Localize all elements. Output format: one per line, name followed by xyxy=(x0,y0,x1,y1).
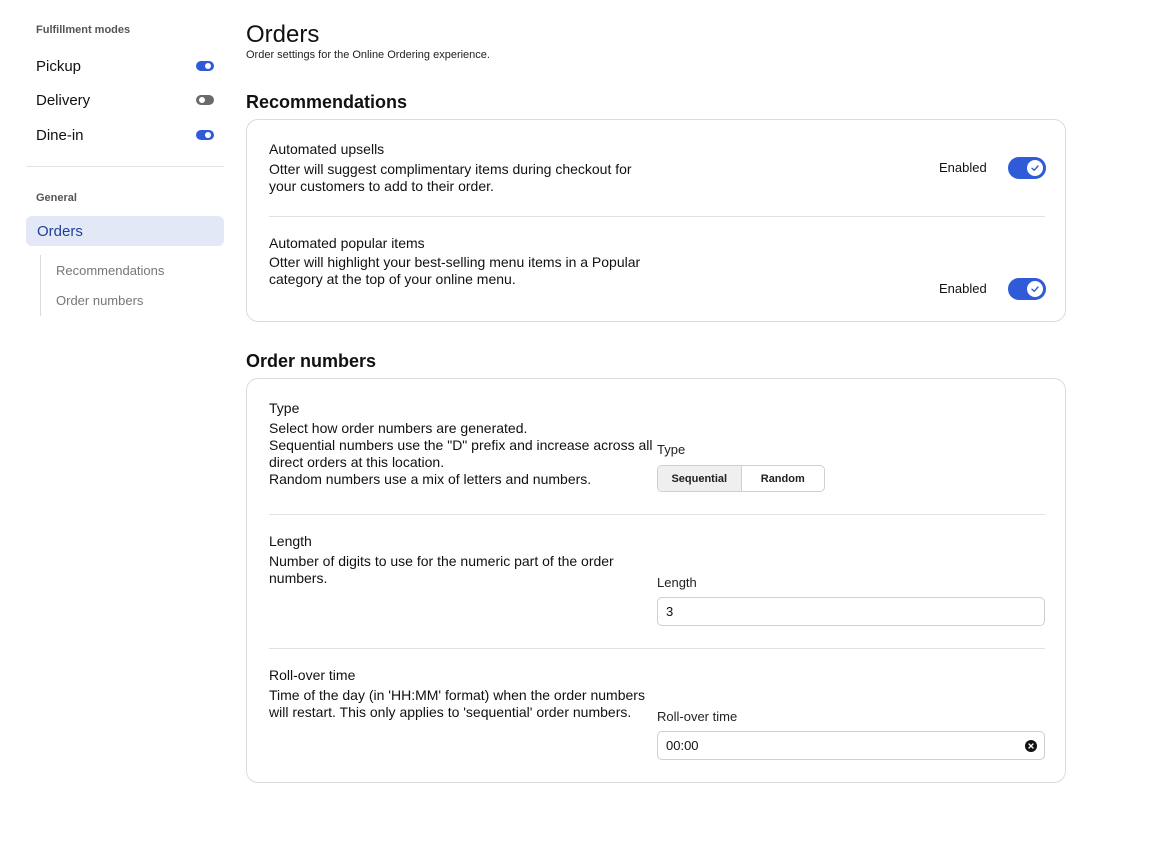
type-description: Select how order numbers are generated. … xyxy=(269,420,659,488)
sidebar: Fulfillment modes Pickup Delivery Dine-i… xyxy=(26,0,224,858)
fulfillment-modes-heading: Fulfillment modes xyxy=(36,24,131,36)
sidebar-divider xyxy=(26,166,224,167)
mode-label-delivery: Delivery xyxy=(36,91,91,109)
popular-items-toggle[interactable] xyxy=(1008,278,1046,300)
order-numbers-section-title: Order numbers xyxy=(246,351,377,371)
dine-in-toggle[interactable] xyxy=(196,130,214,140)
type-option-random[interactable]: Random xyxy=(741,466,824,491)
page-title: Orders xyxy=(246,21,320,48)
type-title: Type xyxy=(269,400,300,416)
rollover-title: Roll-over time xyxy=(269,667,356,683)
sidebar-item-orders[interactable]: Orders xyxy=(26,216,224,246)
rollover-time-input[interactable] xyxy=(657,731,1045,760)
mode-label-pickup: Pickup xyxy=(36,57,82,75)
length-field-label: Length xyxy=(657,575,697,590)
popular-items-title: Automated popular items xyxy=(269,235,425,251)
upsells-description: Otter will suggest complimentary items d… xyxy=(269,161,632,194)
toggle-knob xyxy=(205,63,211,69)
mode-label-dine-in: Dine-in xyxy=(36,126,84,144)
orders-subnav: Recommendations Order numbers xyxy=(40,255,220,316)
type-field-label: Type xyxy=(657,442,686,457)
type-description-line: Sequential numbers use the "D" prefix an… xyxy=(269,437,653,470)
subnav-item-recommendations[interactable]: Recommendations xyxy=(56,263,164,278)
row-divider xyxy=(269,648,1045,649)
toggle-knob xyxy=(199,97,205,103)
type-option-sequential[interactable]: Sequential xyxy=(658,466,742,491)
rollover-description: Time of the day (in 'HH:MM' format) when… xyxy=(269,687,645,720)
rollover-field-label: Roll-over time xyxy=(657,709,738,724)
pickup-toggle[interactable] xyxy=(196,61,214,71)
sidebar-item-label: Orders xyxy=(37,222,83,240)
mode-row-delivery: Delivery xyxy=(36,90,214,110)
recommendations-section-title: Recommendations xyxy=(246,92,408,112)
type-segmented-control: Sequential Random xyxy=(657,465,825,492)
subnav-item-order-numbers[interactable]: Order numbers xyxy=(56,293,143,308)
page-subtitle: Order settings for the Online Ordering e… xyxy=(246,49,490,61)
general-heading: General xyxy=(36,192,77,204)
mode-row-dine-in: Dine-in xyxy=(36,125,214,145)
length-description: Number of digits to use for the numeric … xyxy=(269,553,614,586)
row-divider xyxy=(269,216,1045,217)
popular-items-status-label: Enabled xyxy=(939,281,987,296)
check-icon xyxy=(1027,160,1043,176)
order-numbers-card: Type Select how order numbers are genera… xyxy=(246,378,1066,783)
mode-row-pickup: Pickup xyxy=(36,56,214,76)
upsells-toggle[interactable] xyxy=(1008,157,1046,179)
type-description-line: Random numbers use a mix of letters and … xyxy=(269,471,592,487)
popular-items-description: Otter will highlight your best-selling m… xyxy=(269,254,641,287)
clear-icon[interactable] xyxy=(1025,740,1037,752)
length-title: Length xyxy=(269,533,312,549)
upsells-title: Automated upsells xyxy=(269,141,385,157)
toggle-knob xyxy=(205,132,211,138)
row-divider xyxy=(269,514,1045,515)
check-icon xyxy=(1027,281,1043,297)
type-description-line: Select how order numbers are generated. xyxy=(269,420,528,436)
recommendations-card: Automated upsells Otter will suggest com… xyxy=(246,119,1066,322)
length-input[interactable] xyxy=(657,597,1045,626)
upsells-status-label: Enabled xyxy=(939,160,987,175)
delivery-toggle[interactable] xyxy=(196,95,214,105)
